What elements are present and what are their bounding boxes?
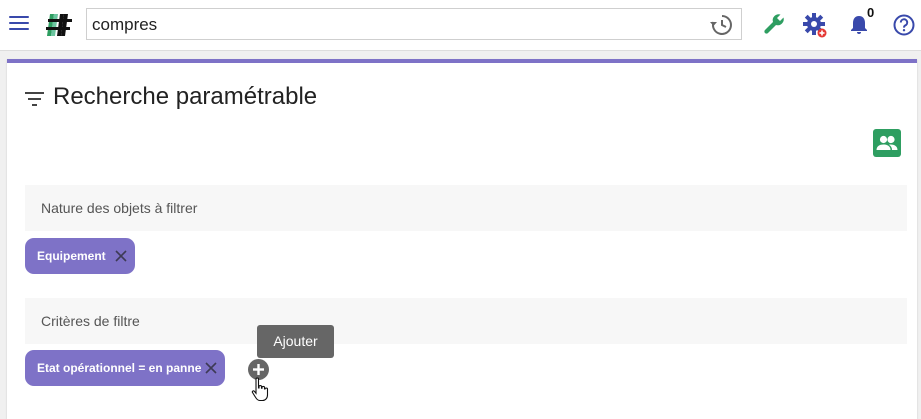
section-nature-header: Nature des objets à filtrer (25, 185, 907, 231)
group-button[interactable] (873, 129, 901, 157)
top-bar: 0 (0, 0, 921, 51)
section-criteria-header: Critères de filtre (25, 298, 907, 344)
bell-icon[interactable] (849, 14, 869, 36)
page-title: Recherche paramétrable (53, 83, 318, 110)
add-tooltip: Ajouter (257, 325, 334, 358)
history-icon[interactable] (708, 13, 736, 37)
notification-count: 0 (867, 5, 875, 20)
help-icon[interactable] (893, 14, 915, 36)
hamburger-icon[interactable] (9, 15, 29, 31)
chip-equipement: Equipement (25, 238, 135, 274)
search-input[interactable] (90, 9, 704, 41)
filter-list-icon (25, 92, 44, 106)
chip-label: Etat opérationnel = en panne (37, 361, 202, 375)
close-icon[interactable] (114, 249, 128, 263)
wrench-icon[interactable] (762, 12, 786, 36)
gear-icon[interactable] (802, 12, 828, 38)
search-card: Recherche paramétrable Nature des objets… (7, 59, 917, 419)
group-icon (876, 135, 898, 150)
app-logo[interactable] (44, 10, 74, 40)
close-icon[interactable] (204, 361, 218, 375)
chip-label: Equipement (37, 249, 106, 263)
chip-etat-operationnel: Etat opérationnel = en panne (25, 350, 225, 386)
search-field[interactable] (86, 8, 742, 41)
hand-pointer-icon (251, 377, 269, 402)
